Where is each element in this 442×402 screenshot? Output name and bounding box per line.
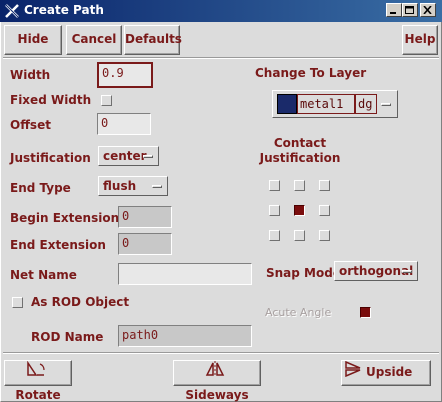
minimize-icon[interactable]: [386, 3, 402, 17]
contact-just-lower-center[interactable]: [294, 230, 305, 241]
fixed-width-label: Fixed Width: [10, 93, 92, 107]
maximize-icon[interactable]: [402, 3, 418, 17]
rotate-label: Rotate: [15, 388, 61, 402]
contact-justification-label: Contact Justification: [259, 136, 341, 165]
fixed-width-checkbox[interactable]: [101, 95, 112, 106]
offset-label: Offset: [10, 118, 51, 132]
option-menu-indicator-icon: [381, 103, 391, 106]
rotate-icon: [26, 360, 46, 384]
option-menu-indicator-icon: [152, 185, 162, 188]
contact-just-upper-left[interactable]: [269, 180, 280, 191]
cancel-button[interactable]: Cancel: [66, 25, 122, 55]
contact-just-lower-right[interactable]: [319, 230, 330, 241]
offset-input[interactable]: 0: [97, 113, 151, 135]
begin-extension-label: Begin Extension: [10, 211, 120, 225]
app-x-icon[interactable]: [4, 3, 20, 19]
justification-select[interactable]: center: [98, 146, 159, 166]
begin-extension-input[interactable]: 0: [118, 206, 172, 228]
option-menu-indicator-icon: [143, 155, 153, 158]
help-button[interactable]: Help: [402, 25, 438, 55]
sideways-button[interactable]: Sideways: [173, 360, 261, 402]
acute-angle-label: Acute Angle: [265, 306, 332, 319]
sideways-label: Sideways: [185, 388, 249, 402]
layer-select[interactable]: metal1 dg: [272, 90, 398, 118]
upside-down-flip-icon: [344, 361, 362, 384]
rod-name-label: ROD Name: [31, 330, 104, 344]
end-type-label: End Type: [10, 181, 71, 195]
end-extension-label: End Extension: [10, 238, 106, 252]
change-to-layer-label: Change To Layer: [255, 66, 367, 80]
bottom-divider: [3, 352, 439, 354]
layer-name: metal1: [297, 94, 355, 114]
contact-just-center-left[interactable]: [269, 205, 280, 216]
justification-label: Justification: [10, 151, 91, 165]
close-icon[interactable]: [420, 3, 436, 17]
contact-just-upper-center[interactable]: [294, 180, 305, 191]
width-label: Width: [10, 68, 51, 82]
net-name-label: Net Name: [10, 268, 77, 282]
sideways-flip-icon: [205, 361, 225, 384]
hide-button[interactable]: Hide: [4, 25, 62, 55]
snap-mode-label: Snap Mode: [266, 266, 341, 280]
width-input[interactable]: 0.9: [97, 62, 153, 88]
option-menu-indicator-icon: [402, 270, 412, 273]
layer-color-swatch: [277, 94, 297, 114]
defaults-button[interactable]: Defaults: [124, 25, 182, 55]
contact-just-center-right[interactable]: [319, 205, 330, 216]
upside-down-button[interactable]: Upside Dow: [341, 360, 431, 386]
end-extension-input[interactable]: 0: [118, 233, 172, 255]
layer-purpose: dg: [355, 94, 377, 114]
contact-just-lower-left[interactable]: [269, 230, 280, 241]
acute-angle-checkbox[interactable]: [360, 307, 371, 318]
as-rod-object-label: As ROD Object: [31, 295, 130, 309]
contact-just-upper-right[interactable]: [319, 180, 330, 191]
rotate-button[interactable]: Rotate: [4, 360, 72, 402]
as-rod-object-checkbox[interactable]: [12, 297, 23, 308]
toolbar-divider: [3, 57, 439, 59]
window-title: Create Path: [24, 3, 104, 17]
title-bar[interactable]: Create Path: [0, 0, 442, 22]
end-type-value: flush: [103, 179, 137, 193]
justification-value: center: [103, 149, 147, 163]
snap-mode-select[interactable]: orthogonal: [334, 261, 418, 281]
rod-name-input[interactable]: path0: [118, 325, 252, 347]
end-type-select[interactable]: flush: [98, 176, 168, 196]
net-name-input[interactable]: [118, 263, 252, 285]
create-path-panel: Hide Cancel Defaults Help Width 0.9 Fixe…: [0, 22, 442, 402]
contact-just-center[interactable]: [294, 205, 305, 216]
